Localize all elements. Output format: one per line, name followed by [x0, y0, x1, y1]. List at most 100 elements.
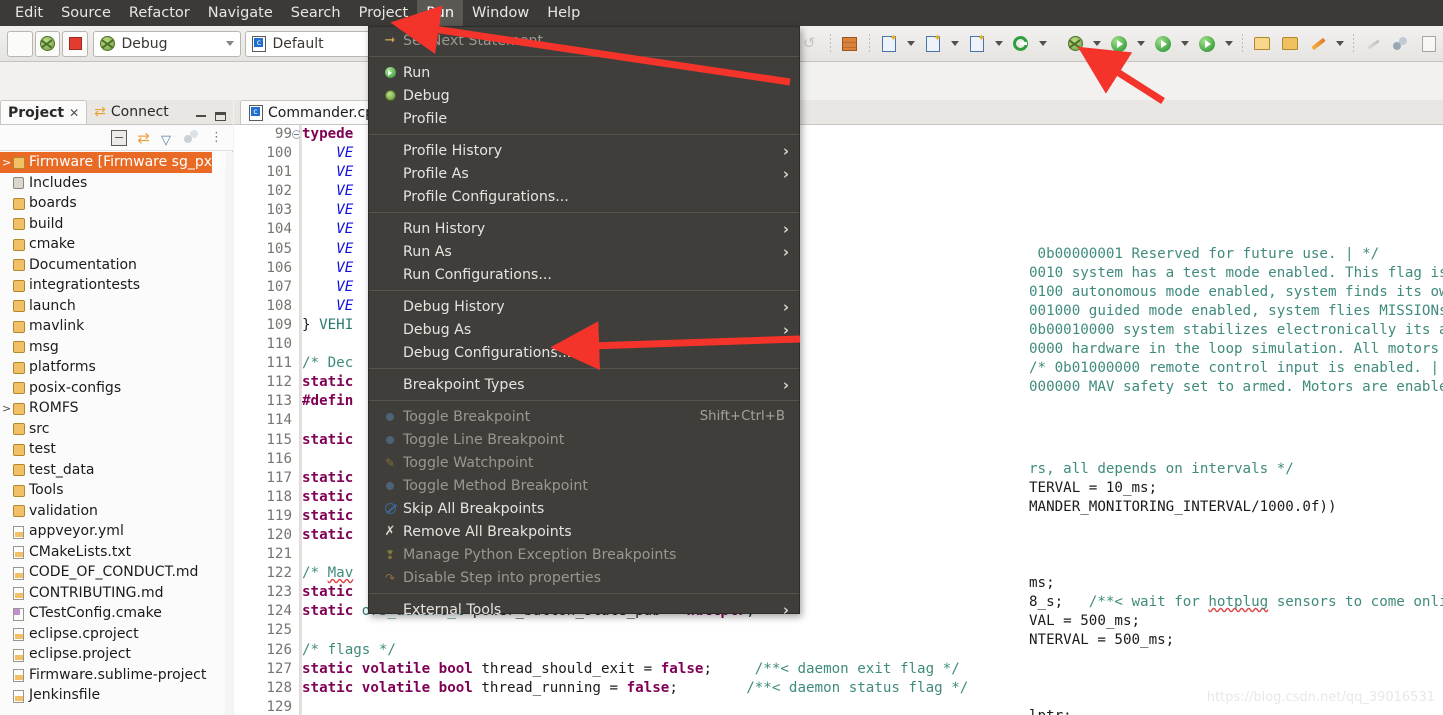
run-button[interactable] — [1106, 31, 1132, 57]
run-menu-item-run-as[interactable]: Run As › — [369, 240, 799, 263]
tree-item[interactable]: msg — [0, 337, 233, 358]
chevron-down-icon[interactable] — [1038, 41, 1047, 46]
tree-item[interactable]: boards — [0, 193, 233, 214]
close-icon[interactable]: ✕ — [69, 106, 79, 120]
chevron-down-icon[interactable] — [1181, 41, 1190, 46]
menu-item-navigate[interactable]: Navigate — [199, 0, 282, 26]
tree-item[interactable]: platforms — [0, 357, 233, 378]
tree-item[interactable]: src — [0, 419, 233, 440]
run-menu-item-profile-history[interactable]: Profile History › — [369, 139, 799, 162]
menu-item-refactor[interactable]: Refactor — [120, 0, 199, 26]
tree-item[interactable]: mavlink — [0, 316, 233, 337]
run-menu-item-toggle-method-breakpoint: Toggle Method Breakpoint — [369, 474, 799, 497]
left-view-tab-connect[interactable]: ⇄ Connect — [87, 100, 176, 124]
new-c-file-button[interactable]: ✦ — [964, 31, 990, 57]
run-menu-item-debug-configurations[interactable]: Debug Configurations... — [369, 341, 799, 364]
run-menu-item-remove-all-breakpoints[interactable]: ✗ Remove All Breakpoints — [369, 520, 799, 543]
run-config-button[interactable] — [1150, 31, 1176, 57]
tree-item[interactable]: Jenkinsfile — [0, 685, 233, 706]
run-menu-item-debug-as[interactable]: Debug As › — [369, 318, 799, 341]
launch-config-combo[interactable]: Default — [245, 30, 376, 57]
tree-item[interactable]: eclipse.project — [0, 644, 233, 665]
maximize-icon[interactable] — [215, 112, 226, 121]
chevron-down-icon[interactable] — [1093, 41, 1102, 46]
tree-item[interactable]: Includes — [0, 173, 233, 194]
tree-item[interactable]: integrationtests — [0, 275, 233, 296]
stop-button[interactable] — [62, 30, 89, 57]
tree-twisty-icon[interactable]: > — [2, 402, 11, 415]
new-cpp-class-button[interactable]: ✦ — [920, 31, 946, 57]
new-cpp-class-icon: ✦ — [925, 33, 942, 52]
run-menu-item-debug[interactable]: Debug — [369, 84, 799, 107]
build-target-button[interactable] — [1008, 31, 1034, 57]
run-menu-item-profile-configurations[interactable]: Profile Configurations... — [369, 185, 799, 208]
sheet-button[interactable] — [1416, 31, 1442, 57]
run-menu-item-skip-all-breakpoints[interactable]: Skip All Breakpoints — [369, 497, 799, 520]
menu-item-project[interactable]: Project — [350, 0, 418, 26]
tree-item[interactable]: launch — [0, 296, 233, 317]
annotation-button[interactable] — [1305, 31, 1331, 57]
chevron-down-icon[interactable] — [994, 41, 1003, 46]
tree-item[interactable]: CONTRIBUTING.md — [0, 583, 233, 604]
tree-item[interactable]: CMakeLists.txt — [0, 542, 233, 563]
menu-item-edit[interactable]: Edit — [6, 0, 52, 26]
left-view-tab-project[interactable]: Project ✕ — [0, 100, 88, 124]
tree-item[interactable]: CTestConfig.cmake — [0, 603, 233, 624]
chevron-down-icon[interactable] — [950, 41, 959, 46]
run-menu-item-run[interactable]: Run — [369, 61, 799, 84]
debug-button[interactable] — [1062, 31, 1088, 57]
tree-item[interactable]: posix-configs — [0, 378, 233, 399]
line-number: 105 — [266, 240, 292, 257]
run-menu-item-profile-as[interactable]: Profile As › — [369, 162, 799, 185]
chevron-down-icon[interactable] — [1225, 41, 1234, 46]
menu-item-source[interactable]: Source — [52, 0, 120, 26]
tree-item[interactable]: eclipse.cproject — [0, 624, 233, 645]
tree-item[interactable]: test — [0, 439, 233, 460]
tree-item[interactable]: Tools — [0, 480, 233, 501]
run-menu-dropdown[interactable]: ➞ Set Next Statement Run Debug Profile Profil… — [368, 26, 800, 619]
run-menu-item-external-tools[interactable]: External Tools › — [369, 598, 799, 621]
link-with-editor-icon[interactable]: ⇄ — [137, 130, 150, 146]
debug-bug-icon-button[interactable] — [34, 30, 61, 57]
chevron-down-icon[interactable] — [906, 41, 915, 46]
group-icon[interactable] — [184, 129, 200, 146]
tree-item[interactable]: test_data — [0, 460, 233, 481]
toolbar-leftmost-button[interactable] — [6, 30, 33, 57]
filter-icon[interactable] — [160, 133, 174, 148]
run-menu-item-run-configurations[interactable]: Run Configurations... — [369, 263, 799, 286]
minimize-icon[interactable] — [196, 115, 206, 117]
tree-item[interactable]: cmake — [0, 234, 233, 255]
open-type-button[interactable] — [1249, 31, 1275, 57]
tree-item[interactable]: CODE_OF_CONDUCT.md — [0, 562, 233, 583]
tree-item[interactable]: > ROMFS — [0, 398, 233, 419]
tree-item[interactable]: validation — [0, 501, 233, 522]
menu-item-run[interactable]: Run — [417, 0, 464, 26]
build-all-button[interactable] — [837, 31, 863, 57]
run-menu-item-profile[interactable]: Profile — [369, 107, 799, 130]
open-resource-button[interactable] — [1277, 31, 1303, 57]
run-menu-item-debug-history[interactable]: Debug History › — [369, 295, 799, 318]
collapse-all-icon[interactable] — [111, 129, 128, 146]
run-menu-item-run-history[interactable]: Run History › — [369, 217, 799, 240]
chevron-down-icon[interactable] — [1336, 41, 1345, 46]
line-number: 123 — [266, 584, 292, 601]
tree-twisty-icon[interactable]: > — [2, 156, 11, 169]
tree-item[interactable]: Documentation — [0, 255, 233, 276]
run-menu-item-label: Debug History — [403, 298, 505, 315]
run-menu-item-breakpoint-types[interactable]: Breakpoint Types › — [369, 373, 799, 396]
new-c-project-button[interactable]: ✦ — [876, 31, 902, 57]
profile-balls-button[interactable] — [1388, 31, 1414, 57]
launch-mode-combo[interactable]: Debug — [93, 30, 242, 57]
menu-item-help[interactable]: Help — [538, 0, 589, 26]
tree-item[interactable]: appveyor.yml — [0, 521, 233, 542]
undo-button[interactable] — [798, 31, 824, 57]
ruler-button[interactable] — [1360, 31, 1386, 57]
tree-item[interactable]: > Firmware [Firmware sg_px4] — [0, 152, 226, 173]
tree-item[interactable]: build — [0, 214, 233, 235]
tree-item[interactable]: Firmware.sublime-project — [0, 665, 233, 686]
run-external-button[interactable] — [1194, 31, 1220, 57]
menu-item-window[interactable]: Window — [463, 0, 538, 26]
chevron-down-icon[interactable] — [1137, 41, 1146, 46]
menu-item-search[interactable]: Search — [282, 0, 350, 26]
view-menu-icon[interactable]: ⋮ — [210, 130, 223, 146]
